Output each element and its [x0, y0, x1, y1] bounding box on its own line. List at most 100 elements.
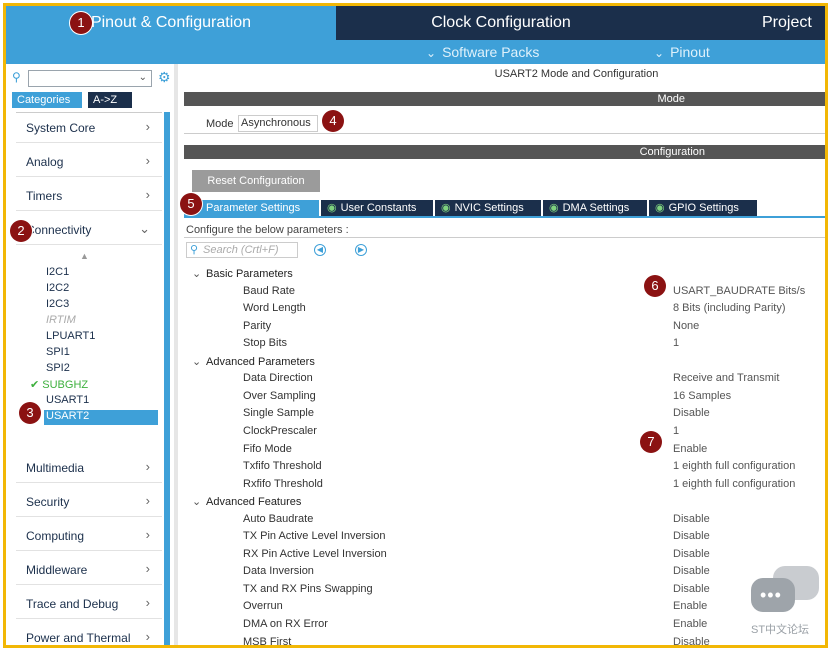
chevron-right-icon: ›	[145, 527, 150, 542]
marker-4: 4	[322, 110, 344, 132]
parameter-value[interactable]: Enable	[673, 618, 707, 630]
configuration-section-bar[interactable]: Configuration	[184, 145, 825, 159]
category-system-core[interactable]: System Core ›	[16, 113, 162, 143]
parameter-value[interactable]: 1 eighth full configuration	[673, 478, 795, 490]
sub-menu-bar: ⌄ Software Packs ⌄ Pinout	[6, 40, 825, 64]
category-analog[interactable]: Analog ›	[16, 147, 162, 177]
chevron-right-icon: ›	[145, 153, 150, 168]
parameter-value[interactable]: 16 Samples	[673, 390, 731, 402]
mode-section-bar[interactable]: Mode	[184, 92, 825, 106]
category-security[interactable]: Security ›	[16, 487, 162, 517]
pinout-menu[interactable]: ⌄ Pinout	[654, 40, 710, 64]
peripheral-i2c3[interactable]: I2C3	[46, 298, 69, 310]
tab-parameter-settings[interactable]: Parameter Settings	[184, 200, 319, 216]
chevron-down-icon[interactable]: ⌄	[139, 72, 147, 83]
peripheral-i2c1[interactable]: I2C1	[46, 266, 69, 278]
parameter-name: DMA on RX Error	[243, 618, 328, 630]
category-timers[interactable]: Timers ›	[16, 181, 162, 211]
chevron-down-icon: ⌄	[192, 496, 202, 509]
mode-config-title: USART2 Mode and Configuration	[494, 68, 659, 80]
chevron-right-icon: ›	[145, 595, 150, 610]
peripheral-spi2[interactable]: SPI2	[46, 362, 70, 374]
parameter-value[interactable]: Disable	[673, 565, 710, 577]
gear-icon[interactable]: ⚙	[158, 69, 171, 86]
chevron-right-icon: ›	[145, 561, 150, 576]
peripheral-usart1[interactable]: USART1	[46, 394, 89, 406]
category-list: System Core › Analog › Timers › Connectivit…	[16, 112, 162, 645]
left-scrollbar[interactable]	[164, 112, 170, 645]
parameter-name: MSB First	[243, 635, 292, 648]
marker-6: 6	[644, 275, 666, 297]
parameter-value[interactable]: Disable	[673, 636, 710, 645]
chevron-down-icon: ⌄	[192, 355, 202, 368]
category-multimedia[interactable]: Multimedia ›	[16, 453, 162, 483]
search-next-button[interactable]: ▶	[355, 244, 367, 256]
peripheral-i2c2[interactable]: I2C2	[46, 282, 69, 294]
parameter-name: Fifo Mode	[243, 442, 292, 455]
parameter-value[interactable]: Disable	[673, 530, 710, 542]
category-search-input[interactable]: ⌄	[28, 70, 152, 87]
peripheral-subghz[interactable]: ✔ SUBGHZ	[30, 378, 88, 391]
parameter-value[interactable]: Disable	[673, 548, 710, 560]
check-circle-icon: ◉	[327, 202, 337, 214]
parameter-name: Overrun	[243, 600, 283, 613]
parameter-value[interactable]: 1	[673, 337, 679, 349]
category-computing[interactable]: Computing ›	[16, 521, 162, 551]
parameter-value[interactable]: Receive and Transmit	[673, 372, 779, 384]
marker-7: 7	[640, 431, 662, 453]
parameter-name: ClockPrescaler	[243, 424, 317, 437]
parameter-value[interactable]: 1	[673, 425, 679, 437]
chevron-right-icon: ›	[145, 119, 150, 134]
tab-gpio-settings[interactable]: ◉ GPIO Settings	[649, 200, 757, 216]
configure-instructions: Configure the below parameters :	[184, 222, 825, 238]
marker-5: 5	[180, 193, 202, 215]
parameter-name: Auto Baudrate	[243, 512, 314, 525]
parameter-value[interactable]: Disable	[673, 407, 710, 419]
parameter-value[interactable]: 1 eighth full configuration	[673, 460, 795, 472]
parameter-name: Rxfifo Threshold	[243, 477, 323, 490]
parameter-search-input[interactable]: ⚲ Search (Crtl+F)	[186, 242, 298, 258]
parameter-value[interactable]: Disable	[673, 513, 710, 525]
check-circle-icon: ◉	[655, 202, 665, 214]
right-panel: USART2 Mode and Configuration Mode Mode …	[178, 64, 825, 648]
category-search: ⚲ ⌄ ⚙	[12, 69, 172, 88]
chevron-down-icon: ⌄	[654, 46, 665, 60]
software-packs-menu[interactable]: ⌄ Software Packs	[426, 40, 539, 64]
parameter-value[interactable]: USART_BAUDRATE Bits/s	[673, 285, 805, 297]
search-previous-button[interactable]: ◀	[314, 244, 326, 256]
tab-categories[interactable]: Categories	[12, 92, 82, 108]
peripheral-usart2[interactable]: USART2	[44, 410, 158, 425]
tab-project[interactable]: Project	[666, 6, 825, 40]
tab-dma-settings[interactable]: ◉ DMA Settings	[543, 200, 647, 216]
tab-user-constants[interactable]: ◉ User Constants	[321, 200, 433, 216]
mode-select[interactable]: Asynchronous	[238, 115, 318, 132]
category-connectivity[interactable]: Connectivity ⌄	[16, 215, 162, 245]
parameter-group[interactable]: ⌄ Basic Parameters	[192, 267, 293, 280]
parameter-value[interactable]: Enable	[673, 443, 707, 455]
parameter-group[interactable]: ⌄ Advanced Parameters	[192, 355, 315, 368]
parameter-group[interactable]: ⌄ Advanced Features	[192, 495, 301, 508]
category-power-and-thermal[interactable]: Power and Thermal ›	[16, 623, 162, 645]
reset-configuration-button[interactable]: Reset Configuration	[192, 170, 320, 192]
parameter-value[interactable]: Enable	[673, 600, 707, 612]
parameter-value[interactable]: 8 Bits (including Parity)	[673, 302, 786, 314]
search-icon: ⚲	[12, 70, 21, 84]
tab-clock-configuration[interactable]: Clock Configuration	[341, 6, 661, 40]
search-icon: ⚲	[190, 244, 199, 256]
category-trace-and-debug[interactable]: Trace and Debug ›	[16, 589, 162, 619]
check-circle-icon: ◉	[441, 202, 451, 214]
parameter-value[interactable]: Disable	[673, 583, 710, 595]
peripheral-spi1[interactable]: SPI1	[46, 346, 70, 358]
peripheral-lpuart1[interactable]: LPUART1	[46, 330, 95, 342]
scroll-up-arrow-icon[interactable]: ▲	[80, 251, 89, 261]
tab-nvic-settings[interactable]: ◉ NVIC Settings	[435, 200, 541, 216]
parameter-name: Txfifo Threshold	[243, 460, 322, 473]
category-middleware[interactable]: Middleware ›	[16, 555, 162, 585]
watermark-text: ST中文论坛	[751, 624, 810, 636]
tab-pinout-configuration[interactable]: Pinout & Configuration	[6, 6, 336, 40]
parameter-value[interactable]: None	[673, 320, 699, 332]
marker-3: 3	[19, 402, 41, 424]
top-tab-bar: Pinout & Configuration Clock Configurati…	[6, 6, 825, 40]
peripheral-irtim[interactable]: IRTIM	[46, 314, 76, 326]
tab-a-to-z[interactable]: A->Z	[88, 92, 132, 108]
